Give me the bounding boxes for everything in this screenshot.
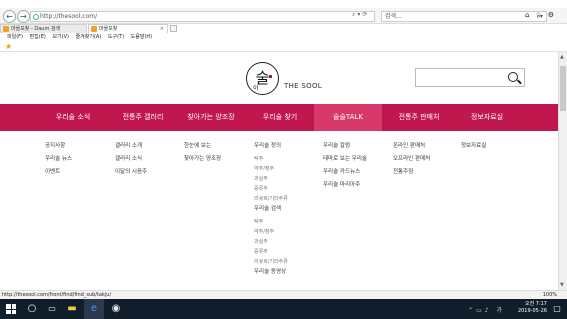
- submenu-link[interactable]: 전통주점: [393, 168, 430, 181]
- submenu-archive: 정보자료실: [461, 142, 486, 155]
- submenu-sublink[interactable]: 리큐르/기타주류: [254, 195, 288, 205]
- submenu-link[interactable]: 우리술 검색: [254, 205, 288, 218]
- address-bar: ← → http://thesool.com/ ⌕▾⟳ 검색... ⌕▾ ⌂☆⚙: [0, 8, 567, 24]
- clock[interactable]: 오전 7:17 2019-05-26: [518, 301, 547, 315]
- favorites-bar: ★: [0, 42, 567, 52]
- globe-icon: [33, 14, 39, 20]
- submenu-link[interactable]: 오프라인 판매처: [393, 155, 430, 168]
- submenu-link[interactable]: 이벤트: [45, 168, 72, 181]
- page-scrollbar[interactable]: ▲ ▼: [558, 52, 567, 290]
- submenu-sublink[interactable]: 약주/청주: [254, 165, 288, 175]
- submenu-find: 우리술 정의 탁주 약주/청주 과실주 증류주 리큐르/기타주류 우리술 검색 …: [254, 142, 288, 281]
- tab-daum-search[interactable]: 마을모찾 - Daum 검색: [0, 24, 87, 33]
- nav-archive[interactable]: 정보자료실: [452, 104, 522, 131]
- submenu-sublink[interactable]: 탁주: [254, 155, 288, 165]
- submenu-link[interactable]: 우리술 정의: [254, 142, 288, 155]
- taskbar: ○ ▭ ▬ e ◉ ⌃▭♪ 가 오전 7:17 2019-05-26 ▢: [0, 299, 567, 319]
- close-tab-icon[interactable]: ×: [160, 25, 164, 33]
- menu-tools[interactable]: 도구(T): [108, 34, 124, 40]
- menu-edit[interactable]: 편집(E): [30, 34, 46, 40]
- url-input[interactable]: http://thesool.com/: [30, 11, 375, 22]
- menu-favorites[interactable]: 즐겨찾기(A): [76, 34, 102, 40]
- site-logo[interactable]: 이 술: [246, 62, 279, 95]
- submenu-sublink[interactable]: 약주/청주: [254, 228, 288, 238]
- submenu-sublink[interactable]: 증류주: [254, 185, 288, 195]
- status-bar: http://thesool.com/front/find/find_sub/t…: [0, 290, 567, 299]
- menu-help[interactable]: 도움말(H): [131, 34, 152, 40]
- submenu-talk: 우리술 칼럼 테마로 보는 우리술 우리술 카드뉴스 우리술 마리아주: [323, 142, 367, 194]
- tab-strip: 마을모찾 - Daum 검색 마을모찾 ×: [0, 24, 567, 33]
- nav-shops[interactable]: 전통주 판매처: [384, 104, 454, 131]
- submenu-link[interactable]: 공지사항: [45, 142, 72, 155]
- submenu-link[interactable]: 갤러리 소개: [115, 142, 147, 155]
- search-icon[interactable]: [508, 72, 518, 82]
- chrome-icon[interactable]: ◉: [106, 299, 126, 319]
- search-input[interactable]: 검색... ⌕▾: [381, 11, 547, 22]
- internet-explorer-icon[interactable]: e: [84, 299, 104, 319]
- submenu-sublink[interactable]: 과실주: [254, 175, 288, 185]
- submenu-link[interactable]: 우리술 칼럼: [323, 142, 367, 155]
- search-icon[interactable]: ○: [22, 299, 42, 319]
- notification-icon[interactable]: ▢: [547, 299, 567, 319]
- menu-bar: 파일(F) 편집(E) 보기(V) 즐겨찾기(A) 도구(T) 도움말(H): [0, 33, 567, 42]
- main-nav: 우리술 소식 전통주 갤러리 찾아가는 양조장 우리술 찾기 술술TALK 전통…: [0, 104, 558, 131]
- submenu-link[interactable]: 우리술 뉴스: [45, 155, 72, 168]
- system-tray-icons[interactable]: ⌃▭♪ 가: [468, 305, 505, 314]
- site-search-input[interactable]: [415, 68, 525, 87]
- status-url: http://thesool.com/front/find/find_sub/t…: [2, 292, 112, 298]
- browser-toolbar-icons[interactable]: ⌂☆⚙: [525, 11, 560, 19]
- back-button[interactable]: ←: [3, 10, 16, 23]
- favicon-icon: [3, 26, 9, 32]
- submenu-link[interactable]: 테마로 보는 우리술: [323, 155, 367, 168]
- submenu-link[interactable]: 찾아가는 양조장: [184, 155, 221, 168]
- zoom-level[interactable]: 100%: [543, 291, 557, 299]
- menu-file[interactable]: 파일(F): [7, 34, 23, 40]
- brand-name: THE SOOL: [284, 82, 322, 90]
- submenu-link[interactable]: 한눈에 보는: [184, 142, 221, 155]
- submenu-link[interactable]: 정보자료실: [461, 142, 486, 155]
- submenu-sublink[interactable]: 과실주: [254, 238, 288, 248]
- refresh-icon[interactable]: ⌕▾⟳: [352, 11, 369, 19]
- menu-view[interactable]: 보기(V): [52, 34, 69, 40]
- nav-gallery[interactable]: 전통주 갤러리: [108, 104, 178, 131]
- file-explorer-icon[interactable]: ▬: [62, 299, 82, 319]
- submenu-link[interactable]: 갤러리 소식: [115, 155, 147, 168]
- submenu-shops: 온라인 판매처 오프라인 판매처 전통주점: [393, 142, 430, 181]
- submenu-link[interactable]: 이달의 시음주: [115, 168, 147, 181]
- tab-thesool[interactable]: 마을모찾 ×: [88, 24, 168, 33]
- windows-start-icon[interactable]: [6, 304, 16, 314]
- scroll-up-icon[interactable]: ▲: [560, 54, 564, 60]
- submenu-link[interactable]: 우리술 카드뉴스: [323, 168, 367, 181]
- submenu-link[interactable]: 온라인 판매처: [393, 142, 430, 155]
- nav-talk[interactable]: 술술TALK: [314, 104, 382, 131]
- scroll-thumb[interactable]: [560, 66, 566, 111]
- logo-seal-icon: [269, 75, 272, 78]
- nav-news[interactable]: 우리술 소식: [38, 104, 108, 131]
- new-tab-button[interactable]: [170, 25, 177, 32]
- forward-button[interactable]: →: [17, 10, 30, 23]
- submenu-news: 공지사항 우리술 뉴스 이벤트: [45, 142, 72, 181]
- submenu-brewery: 한눈에 보는 찾아가는 양조장: [184, 142, 221, 168]
- nav-brewery[interactable]: 찾아가는 양조장: [175, 104, 247, 131]
- submenu-sublink[interactable]: 리큐르/기타주류: [254, 258, 288, 268]
- favicon-icon: [91, 26, 97, 32]
- nav-find[interactable]: 우리술 찾기: [246, 104, 314, 131]
- task-view-icon[interactable]: ▭: [42, 299, 62, 319]
- submenu-gallery: 갤러리 소개 갤러리 소식 이달의 시음주: [115, 142, 147, 181]
- submenu-link[interactable]: 우리술 마리아주: [323, 181, 367, 194]
- submenu-sublink[interactable]: 탁주: [254, 218, 288, 228]
- submenu-sublink[interactable]: 증류주: [254, 248, 288, 258]
- favorites-star-icon[interactable]: ★: [5, 43, 12, 51]
- submenu-link[interactable]: 우리술 동영상: [254, 268, 288, 281]
- scroll-down-icon[interactable]: ▼: [560, 282, 564, 288]
